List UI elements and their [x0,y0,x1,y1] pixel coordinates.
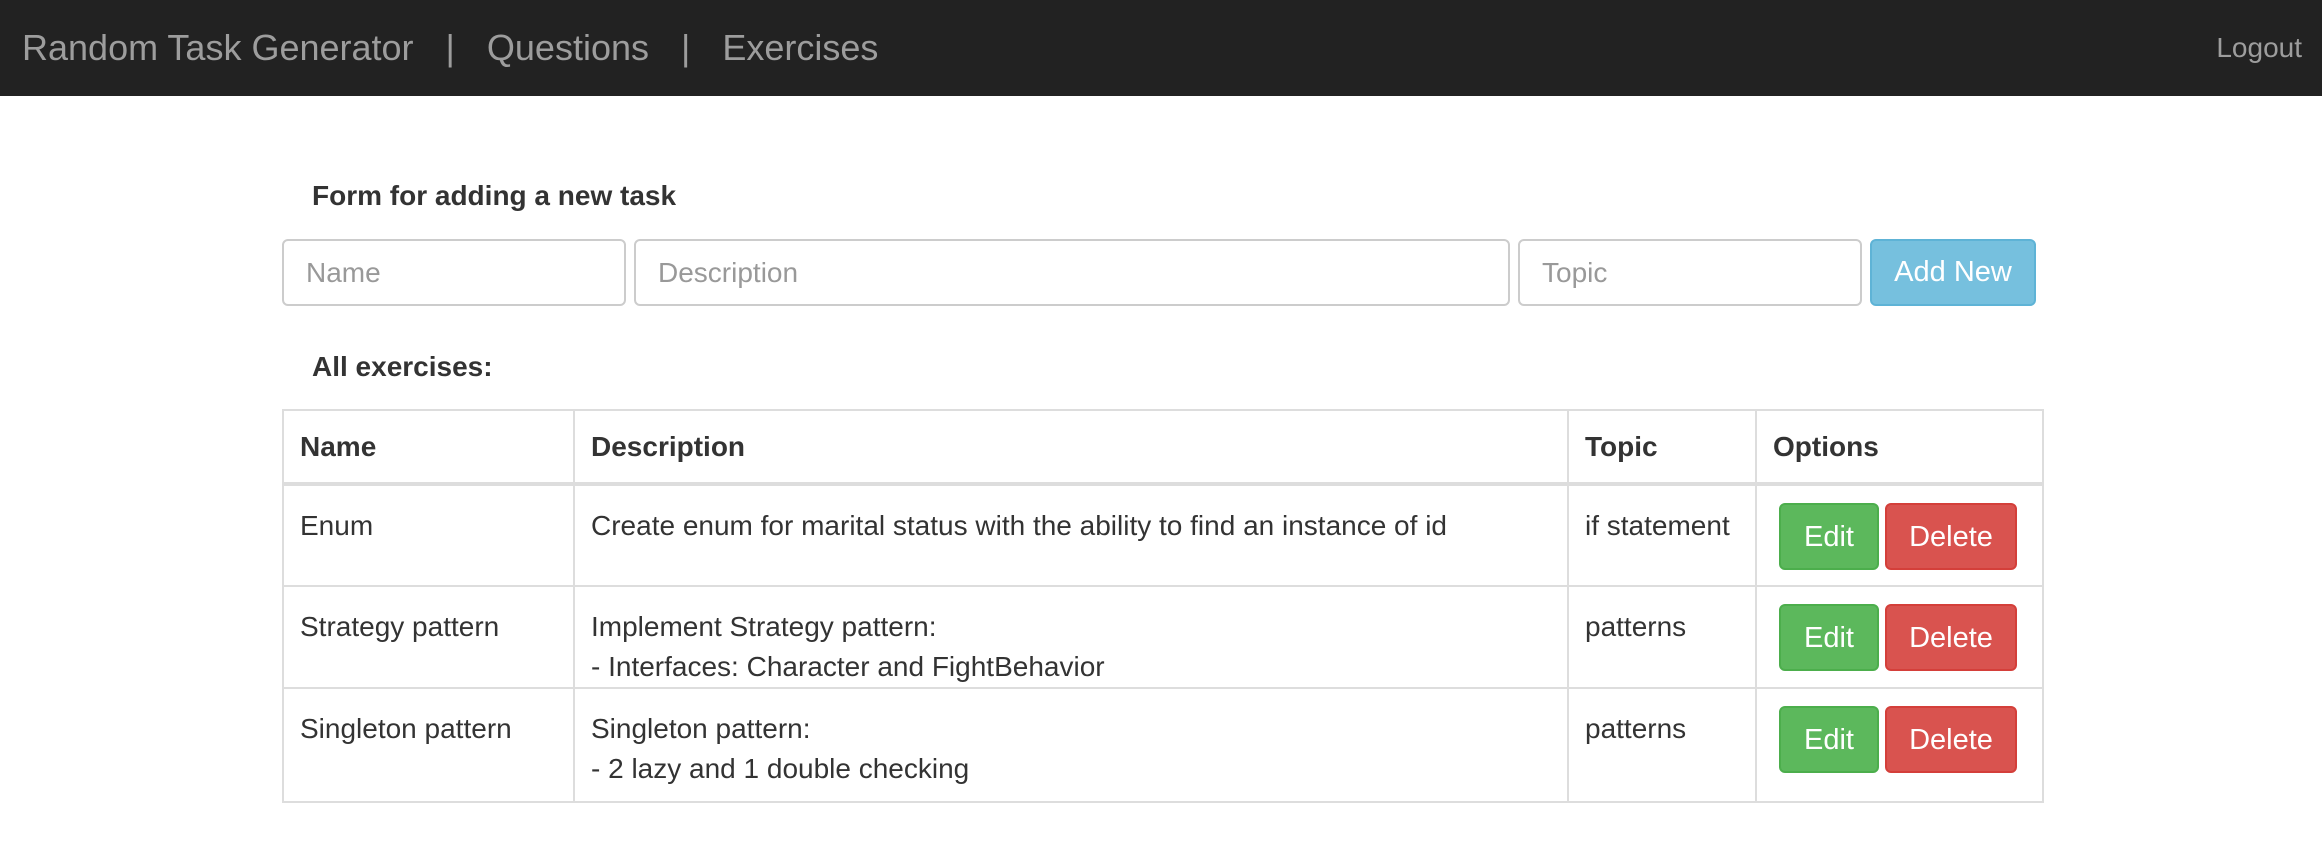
description-line: Singleton pattern: [591,713,811,744]
cell-name: Singleton pattern [282,687,575,803]
table-row: Enum Create enum for marital status with… [282,483,2044,587]
description-line: - 2 lazy and 1 double checking [591,753,970,784]
edit-button[interactable]: Edit [1779,503,1879,570]
cell-description: Singleton pattern: - 2 lazy and 1 double… [573,687,1569,803]
table-row: Strategy pattern Implement Strategy patt… [282,585,2044,689]
edit-button[interactable]: Edit [1779,604,1879,671]
name-input[interactable] [282,239,626,306]
delete-button[interactable]: Delete [1885,503,2017,570]
nav-link-exercises[interactable]: Exercises [722,27,878,69]
navbar-brand-group: Random Task Generator | Questions | Exer… [22,0,878,96]
form-title: Form for adding a new task [312,180,677,211]
header-options: Options [1755,409,2044,486]
top-navbar: Random Task Generator | Questions | Exer… [0,0,2322,96]
description-line: Implement Strategy pattern: [591,611,937,642]
nav-separator: | [445,27,455,68]
exercises-title: All exercises: [312,351,493,382]
table-row: Singleton pattern Singleton pattern: - 2… [282,687,2044,803]
delete-button[interactable]: Delete [1885,706,2017,773]
header-name: Name [282,409,575,486]
cell-name: Enum [282,483,575,587]
edit-button[interactable]: Edit [1779,706,1879,773]
cell-topic: patterns [1567,585,1757,689]
description-line: - Interfaces: Character and FightBehavio… [591,651,1105,682]
cell-name: Strategy pattern [282,585,575,689]
logout-link[interactable]: Logout [2216,0,2302,96]
topic-input[interactable] [1518,239,1862,306]
cell-topic: if statement [1567,483,1757,587]
nav-link-questions[interactable]: Questions [487,27,649,69]
brand-link[interactable]: Random Task Generator [22,27,414,69]
cell-options: Edit Delete [1755,483,2044,587]
add-new-button[interactable]: Add New [1870,239,2036,306]
exercises-table: Name Description Topic Options Enum Crea… [282,409,2044,803]
cell-description: Create enum for marital status with the … [573,483,1569,587]
header-topic: Topic [1567,409,1757,486]
description-line: Create enum for marital status with the … [591,510,1447,541]
table-header-row: Name Description Topic Options [282,409,2044,486]
cell-options: Edit Delete [1755,585,2044,689]
nav-separator: | [681,27,691,68]
header-description: Description [573,409,1569,486]
description-input[interactable] [634,239,1510,306]
cell-topic: patterns [1567,687,1757,803]
cell-options: Edit Delete [1755,687,2044,803]
cell-description: Implement Strategy pattern: - Interfaces… [573,585,1569,689]
delete-button[interactable]: Delete [1885,604,2017,671]
